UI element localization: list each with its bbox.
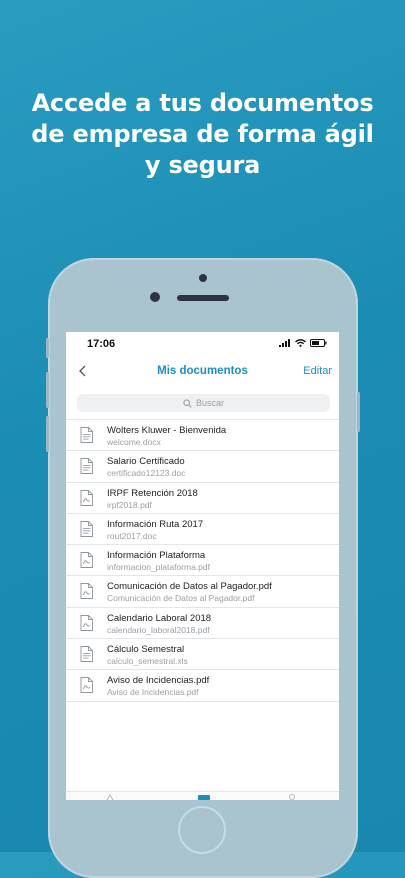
phone-power-button [357, 392, 360, 432]
app-screen: 17:06 Mis documentos Editar Buscar Wolte… [66, 332, 339, 800]
document-filename: rout2017.doc [107, 530, 157, 541]
signal-icon [279, 339, 290, 347]
document-title: Aviso de Incidencias.pdf [107, 675, 210, 687]
phone-mute-switch [46, 338, 49, 358]
document-title: Calendario Laboral 2018 [107, 612, 212, 624]
document-title: Wolters Kluwer - Bienvenida [107, 425, 227, 436]
phone-speaker [177, 295, 229, 301]
document-title: Cálculo Semestral [107, 644, 185, 656]
page-title: Mis documentos [157, 365, 248, 377]
document-title: Información Ruta 2017 [107, 518, 204, 530]
document-row[interactable]: Salario Certificado certificado12123.doc [66, 451, 339, 483]
status-icons [279, 339, 327, 347]
phone-volume-up [46, 372, 49, 408]
document-row[interactable]: Cálculo Semestral calculo_semestral.xls [66, 639, 339, 671]
document-row[interactable]: Información Ruta 2017 rout2017.doc [66, 514, 339, 546]
document-filename: informacion_plataforma.pdf [107, 562, 211, 573]
phone-camera [150, 292, 160, 302]
home-tab-icon[interactable] [106, 794, 114, 800]
document-filename: calendario_laboral2018.pdf [107, 624, 210, 635]
headline-line-1: Accede a tus documentos [31, 89, 374, 117]
pdf-icon [80, 583, 93, 600]
document-title: IRPF Retención 2018 [107, 487, 198, 499]
document-filename: calculo_semestral.xls [107, 656, 188, 667]
document-row[interactable]: Comunicación de Datos al Pagador.pdf Comu… [66, 576, 339, 608]
phone-volume-down [46, 416, 49, 452]
document-row[interactable]: IRPF Retención 2018 irpf2018.pdf [66, 483, 339, 514]
document-icon [80, 646, 93, 663]
pdf-icon [80, 677, 93, 694]
document-row[interactable]: Wolters Kluwer - Bienvenida welcome.docx [66, 420, 339, 452]
document-filename: irpf2018.pdf [107, 499, 152, 510]
document-icon [80, 458, 93, 475]
profile-tab-icon[interactable] [288, 794, 296, 800]
pdf-icon [80, 552, 93, 569]
wifi-icon [295, 339, 306, 347]
document-title: Información Plataforma [107, 550, 206, 562]
document-title: Salario Certificado [107, 456, 185, 468]
document-filename: Comunicación de Datos al Pagador.pdf [107, 593, 255, 604]
search-input[interactable]: Buscar [77, 394, 330, 412]
pdf-icon [80, 489, 93, 506]
phone-sensor [199, 274, 207, 282]
phone-home-button [178, 806, 226, 854]
document-row[interactable]: Calendario Laboral 2018 calendario_labora… [66, 608, 339, 640]
status-bar: 17:06 [66, 332, 339, 356]
document-row[interactable]: Aviso de Incidencias.pdf Aviso de Inciden… [66, 670, 339, 702]
promo-headline: Accede a tus documentos de empresa de fo… [0, 88, 405, 181]
document-filename: certificado12123.doc [107, 468, 186, 479]
document-icon [80, 427, 93, 443]
document-filename: welcome.docx [107, 437, 161, 447]
status-time: 17:06 [87, 338, 116, 350]
document-filename: Aviso de Incidencias.pdf [107, 687, 199, 698]
document-list: Wolters Kluwer - Bienvenida welcome.docx S… [66, 419, 339, 702]
edit-button[interactable]: Editar [303, 365, 332, 377]
document-title: Comunicación de Datos al Pagador.pdf [107, 581, 272, 593]
navigation-bar: Mis documentos Editar [66, 358, 339, 386]
pdf-icon [80, 614, 93, 631]
search-placeholder: Buscar [195, 398, 224, 408]
search-icon [183, 398, 192, 408]
document-icon [80, 520, 93, 537]
headline-line-2: de empresa de forma ágil [31, 120, 374, 148]
document-row[interactable]: Información Plataforma informacion_plataf… [66, 545, 339, 577]
briefcase-tab-icon[interactable] [198, 794, 210, 800]
battery-icon [310, 339, 327, 347]
headline-line-3: y segura [144, 151, 261, 179]
tab-bar [66, 791, 339, 800]
